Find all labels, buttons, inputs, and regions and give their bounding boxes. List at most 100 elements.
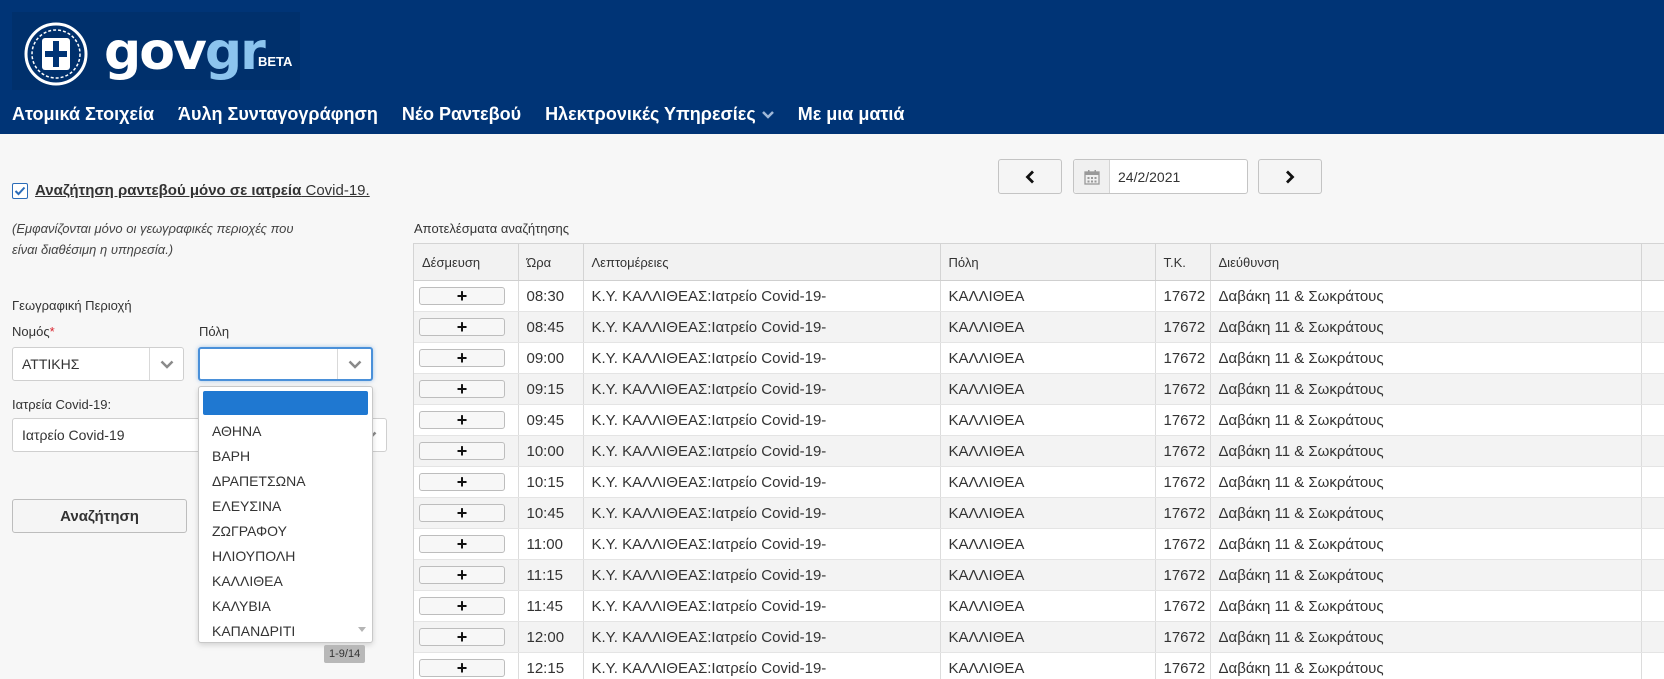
site-header: govgr BETA Ατομικά Στοιχεία Άυλη Συνταγο… xyxy=(0,0,1664,134)
address-cell: Δαβάκη 11 & Σωκράτους xyxy=(1210,404,1642,436)
book-slot-button[interactable]: + xyxy=(419,473,505,491)
postcode-cell: 17672 xyxy=(1155,652,1211,679)
poli-dropdown-search[interactable] xyxy=(203,391,368,415)
time-cell: 09:15 xyxy=(518,373,584,405)
book-slot-button[interactable]: + xyxy=(419,566,505,584)
plus-icon: + xyxy=(456,348,468,368)
poli-select[interactable] xyxy=(198,347,373,381)
time-cell: 11:45 xyxy=(518,590,584,622)
poli-option[interactable]: ΒΑΡΗ xyxy=(199,444,372,469)
table-row: +10:15 Κ.Υ. ΚΑΛΛΙΘΕΑΣ:Ιατρείο Covid-19- ΚΑ… xyxy=(414,466,1664,498)
nav-label: Νέο Ραντεβού xyxy=(401,104,522,124)
poli-option[interactable]: ΖΩΓΡΑΦΟΥ xyxy=(199,519,372,544)
book-slot-button[interactable]: + xyxy=(419,380,505,398)
plus-icon: + xyxy=(456,441,468,461)
city-cell: ΚΑΛΛΙΘΕΑ xyxy=(940,621,1156,653)
poli-option[interactable]: ΔΡΑΠΕΤΣΩΝΑ xyxy=(199,469,372,494)
column-header-postcode[interactable]: Τ.Κ. xyxy=(1155,243,1211,281)
poli-select-toggle[interactable] xyxy=(337,349,371,379)
column-header-time[interactable]: Ώρα xyxy=(518,243,584,281)
results-table-wrapper: Δέσμευση Ώρα Λεπτομέρειες Πόλη Τ.Κ. Διεύ… xyxy=(413,243,1664,679)
book-slot-button[interactable]: + xyxy=(419,597,505,615)
book-slot-button[interactable]: + xyxy=(419,287,505,305)
time-cell: 09:45 xyxy=(518,404,584,436)
column-header-address[interactable]: Διεύθυνση xyxy=(1210,243,1642,281)
poli-option[interactable]: ΕΛΕΥΣΙΝΑ xyxy=(199,494,372,519)
covid-only-checkbox[interactable] xyxy=(12,182,28,199)
details-cell: Κ.Υ. ΚΑΛΛΙΘΕΑΣ:Ιατρείο Covid-19- xyxy=(583,404,941,436)
book-slot-button[interactable]: + xyxy=(419,318,505,336)
book-slot-button[interactable]: + xyxy=(419,442,505,460)
nomos-label-text: Νομός xyxy=(12,324,50,339)
book-slot-button[interactable]: + xyxy=(419,628,505,646)
dropdown-pager: 1-9/14 xyxy=(324,645,366,663)
results-table-body: +08:30 Κ.Υ. ΚΑΛΛΙΘΕΑΣ:Ιατρείο Covid-19- ΚΑ… xyxy=(414,280,1664,679)
covid-only-checkbox-row[interactable]: Αναζήτηση ραντεβού μόνο σε ιατρεία Covid… xyxy=(12,182,370,199)
column-header-booking[interactable]: Δέσμευση xyxy=(414,243,519,281)
calendar-button[interactable] xyxy=(1074,160,1110,193)
spacer-cell xyxy=(1641,280,1664,312)
details-cell: Κ.Υ. ΚΑΛΛΙΘΕΑΣ:Ιατρείο Covid-19- xyxy=(583,466,941,498)
book-slot-button[interactable]: + xyxy=(419,411,505,429)
city-cell: ΚΑΛΛΙΘΕΑ xyxy=(940,528,1156,560)
address-cell: Δαβάκη 11 & Σωκράτους xyxy=(1210,590,1642,622)
poli-option[interactable]: ΗΛΙΟΥΠΟΛΗ xyxy=(199,544,372,569)
poli-option[interactable]: ΚΑΠΑΝΔΡΙΤΙ xyxy=(199,619,372,642)
nav-item-eprescription[interactable]: Άυλη Συνταγογράφηση xyxy=(178,104,378,125)
nomos-select[interactable]: ΑΤΤΙΚΗΣ xyxy=(12,347,184,381)
poli-dropdown-menu: ΑΘΗΝΑ ΒΑΡΗ ΔΡΑΠΕΤΣΩΝΑ ΕΛΕΥΣΙΝΑ ΖΩΓΡΑΦΟΥ ΗΛΙΟΥ… xyxy=(198,386,373,643)
previous-date-button[interactable] xyxy=(998,159,1062,194)
nav-item-personal-info[interactable]: Ατομικά Στοιχεία xyxy=(12,104,154,125)
address-cell: Δαβάκη 11 & Σωκράτους xyxy=(1210,311,1642,343)
scroll-down-arrow-icon[interactable] xyxy=(358,627,366,632)
column-header-details[interactable]: Λεπτομέρειες xyxy=(583,243,941,281)
details-cell: Κ.Υ. ΚΑΛΛΙΘΕΑΣ:Ιατρείο Covid-19- xyxy=(583,621,941,653)
region-heading: Γεωγραφική Περιοχή xyxy=(12,298,132,313)
plus-icon: + xyxy=(456,472,468,492)
time-cell: 08:45 xyxy=(518,311,584,343)
nav-item-at-a-glance[interactable]: Με μια ματιά xyxy=(798,104,905,125)
book-slot-button[interactable]: + xyxy=(419,535,505,553)
book-slot-button[interactable]: + xyxy=(419,349,505,367)
table-row: +12:15 Κ.Υ. ΚΑΛΛΙΘΕΑΣ:Ιατρείο Covid-19- ΚΑ… xyxy=(414,652,1664,679)
poli-options-list: ΑΘΗΝΑ ΒΑΡΗ ΔΡΑΠΕΤΣΩΝΑ ΕΛΕΥΣΙΝΑ ΖΩΓΡΑΦΟΥ ΗΛΙΟΥ… xyxy=(199,419,372,642)
plus-icon: + xyxy=(456,658,468,678)
table-row: +12:00 Κ.Υ. ΚΑΛΛΙΘΕΑΣ:Ιατρείο Covid-19- ΚΑ… xyxy=(414,621,1664,653)
poli-option[interactable]: ΑΘΗΝΑ xyxy=(199,419,372,444)
time-cell: 08:30 xyxy=(518,280,584,312)
city-cell: ΚΑΛΛΙΘΕΑ xyxy=(940,311,1156,343)
search-button[interactable]: Αναζήτηση xyxy=(12,499,187,533)
plus-icon: + xyxy=(456,410,468,430)
booking-cell: + xyxy=(414,404,519,436)
govgr-logo[interactable]: govgr BETA xyxy=(12,12,300,90)
covid-only-label[interactable]: Αναζήτηση ραντεβού μόνο σε ιατρεία Covid… xyxy=(35,182,370,199)
results-table: Δέσμευση Ώρα Λεπτομέρειες Πόλη Τ.Κ. Διεύ… xyxy=(414,243,1664,679)
next-date-button[interactable] xyxy=(1258,159,1322,194)
address-cell: Δαβάκη 11 & Σωκράτους xyxy=(1210,497,1642,529)
nomos-select-toggle[interactable] xyxy=(149,348,183,380)
table-row: +09:45 Κ.Υ. ΚΑΛΛΙΘΕΑΣ:Ιατρείο Covid-19- ΚΑ… xyxy=(414,404,1664,436)
nav-label: Ατομικά Στοιχεία xyxy=(12,104,155,124)
nav-item-e-services[interactable]: Ηλεκτρονικές Υπηρεσίες xyxy=(545,104,774,125)
nav-label: Με μια ματιά xyxy=(797,104,905,124)
details-cell: Κ.Υ. ΚΑΛΛΙΘΕΑΣ:Ιατρείο Covid-19- xyxy=(583,373,941,405)
poli-option[interactable]: ΚΑΛΛΙΘΕΑ xyxy=(199,569,372,594)
date-field[interactable]: 24/2/2021 xyxy=(1073,159,1248,194)
postcode-cell: 17672 xyxy=(1155,590,1211,622)
table-row: +11:45 Κ.Υ. ΚΑΛΛΙΘΕΑΣ:Ιατρείο Covid-19- ΚΑ… xyxy=(414,590,1664,622)
results-heading: Αποτελέσματα αναζήτησης xyxy=(414,221,569,236)
spacer-cell xyxy=(1641,404,1664,436)
nav-item-new-appointment[interactable]: Νέο Ραντεβού xyxy=(402,104,521,125)
booking-cell: + xyxy=(414,373,519,405)
book-slot-button[interactable]: + xyxy=(419,504,505,522)
logo-gr-text: gr xyxy=(204,22,266,82)
poli-option[interactable]: ΚΑΛΥΒΙΑ xyxy=(199,594,372,619)
nomos-label: Νομός* xyxy=(12,324,55,339)
column-header-city[interactable]: Πόλη xyxy=(940,243,1156,281)
city-cell: ΚΑΛΛΙΘΕΑ xyxy=(940,404,1156,436)
time-cell: 12:15 xyxy=(518,652,584,679)
postcode-cell: 17672 xyxy=(1155,373,1211,405)
table-row: +09:15 Κ.Υ. ΚΑΛΛΙΘΕΑΣ:Ιατρείο Covid-19- ΚΑ… xyxy=(414,373,1664,405)
table-row: +10:45 Κ.Υ. ΚΑΛΛΙΘΕΑΣ:Ιατρείο Covid-19- ΚΑ… xyxy=(414,497,1664,529)
book-slot-button[interactable]: + xyxy=(419,659,505,677)
